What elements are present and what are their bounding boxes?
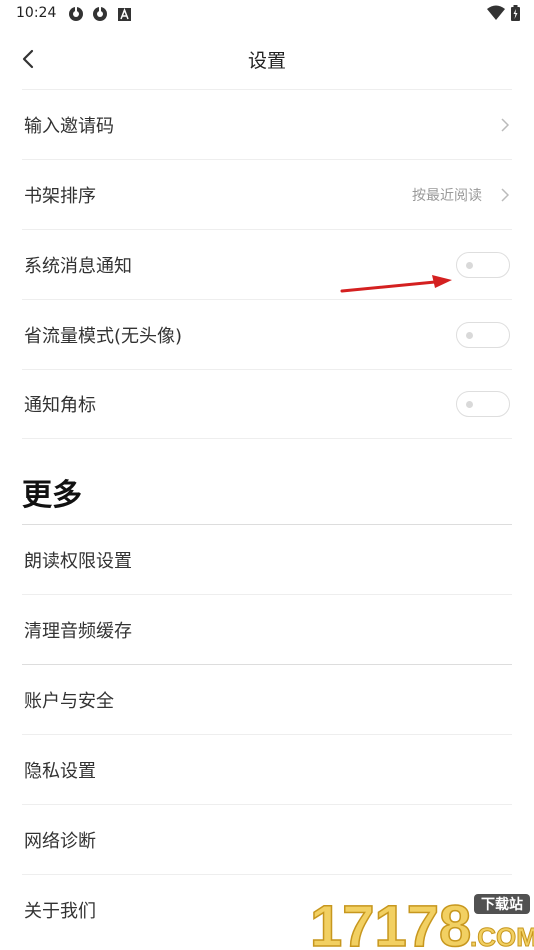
chevron-right-icon	[501, 117, 510, 132]
setting-label: 系统消息通知	[24, 255, 132, 277]
more-item-label: 清理音频缓存	[24, 620, 132, 642]
sync-icon	[69, 7, 83, 21]
toggle-knob	[466, 331, 473, 339]
more-item-label: 账户与安全	[24, 690, 114, 712]
setting-invite-code[interactable]: 输入邀请码	[22, 89, 512, 159]
battery-icon	[511, 5, 520, 21]
setting-badge: 通知角标	[22, 369, 512, 439]
more-item-privacy[interactable]: 隐私设置	[22, 734, 512, 804]
more-item-label: 隐私设置	[24, 760, 96, 782]
setting-value: 按最近阅读	[412, 187, 482, 204]
status-bar: 10:24	[0, 0, 534, 30]
font-icon	[118, 8, 131, 21]
settings-list: 输入邀请码 书架排序 按最近阅读 系统消息通知 省流量模式(无头像) 通知角标	[22, 89, 512, 439]
status-right	[487, 5, 520, 21]
more-item-network-diagnosis[interactable]: 网络诊断	[22, 804, 512, 874]
status-time: 10:24	[16, 5, 57, 21]
annotation-arrow-icon	[340, 275, 452, 293]
more-item-account-security[interactable]: 账户与安全	[22, 664, 512, 734]
badge-toggle[interactable]	[456, 391, 510, 417]
watermark-logo: 17178 下载站 .COM	[309, 893, 534, 950]
setting-label: 省流量模式(无头像)	[24, 325, 183, 347]
system-notification-toggle[interactable]	[456, 251, 510, 278]
watermark-number: 17178	[310, 894, 471, 950]
toggle-knob	[466, 261, 473, 269]
setting-label: 书架排序	[24, 185, 96, 207]
data-saver-toggle[interactable]	[456, 321, 510, 348]
setting-data-saver: 省流量模式(无头像)	[22, 299, 512, 369]
setting-label: 通知角标	[24, 395, 96, 416]
toggle-knob	[466, 401, 473, 408]
more-item-read-permission[interactable]: 朗读权限设置	[22, 524, 512, 594]
setting-shelf-sort[interactable]: 书架排序 按最近阅读	[22, 159, 512, 229]
more-item-label: 网络诊断	[24, 830, 96, 852]
more-item-clear-audio-cache[interactable]: 清理音频缓存	[22, 594, 512, 664]
more-item-label: 关于我们	[24, 900, 96, 922]
page-title: 设置	[247, 50, 286, 72]
more-item-label: 朗读权限设置	[24, 550, 132, 572]
wifi-icon	[487, 5, 505, 20]
watermark-suffix: .COM	[470, 922, 534, 950]
app-header: 设置	[0, 30, 534, 88]
section-title-more: 更多	[22, 478, 82, 513]
sync-icon	[93, 7, 107, 21]
setting-label: 输入邀请码	[24, 115, 114, 137]
chevron-right-icon	[501, 187, 510, 202]
watermark-tag: 下载站	[481, 896, 523, 913]
more-list: 朗读权限设置 清理音频缓存 账户与安全 隐私设置 网络诊断 关于我们	[22, 524, 512, 944]
